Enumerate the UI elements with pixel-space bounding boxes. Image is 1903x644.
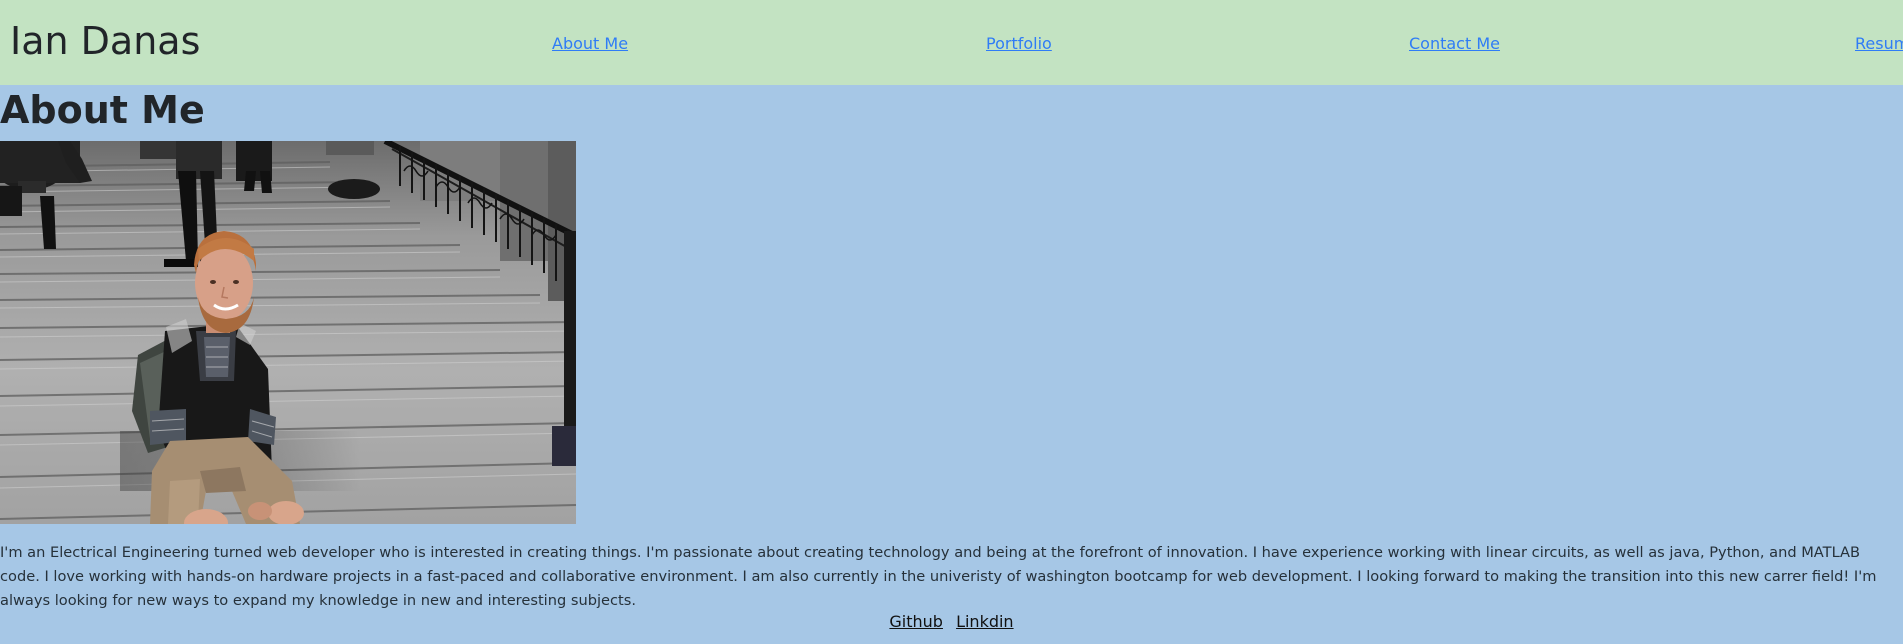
social-links: Github Linkdin bbox=[0, 612, 1903, 632]
nav-link-about-me[interactable]: About Me bbox=[552, 34, 628, 54]
github-link[interactable]: Github bbox=[889, 612, 943, 631]
about-bio-text: I'm an Electrical Engineering turned web… bbox=[0, 543, 1877, 609]
linkedin-link[interactable]: Linkdin bbox=[956, 612, 1014, 631]
profile-photo-illustration bbox=[0, 141, 576, 524]
site-header: Ian Danas About Me Portfolio Contact Me … bbox=[0, 0, 1903, 85]
nav-link-resume[interactable]: Resume bbox=[1855, 34, 1903, 54]
site-brand: Ian Danas bbox=[10, 19, 201, 63]
profile-photo bbox=[0, 141, 576, 524]
nav-link-contact-me[interactable]: Contact Me bbox=[1409, 34, 1500, 54]
nav-link-portfolio[interactable]: Portfolio bbox=[986, 34, 1052, 54]
page-title: About Me bbox=[0, 88, 205, 132]
